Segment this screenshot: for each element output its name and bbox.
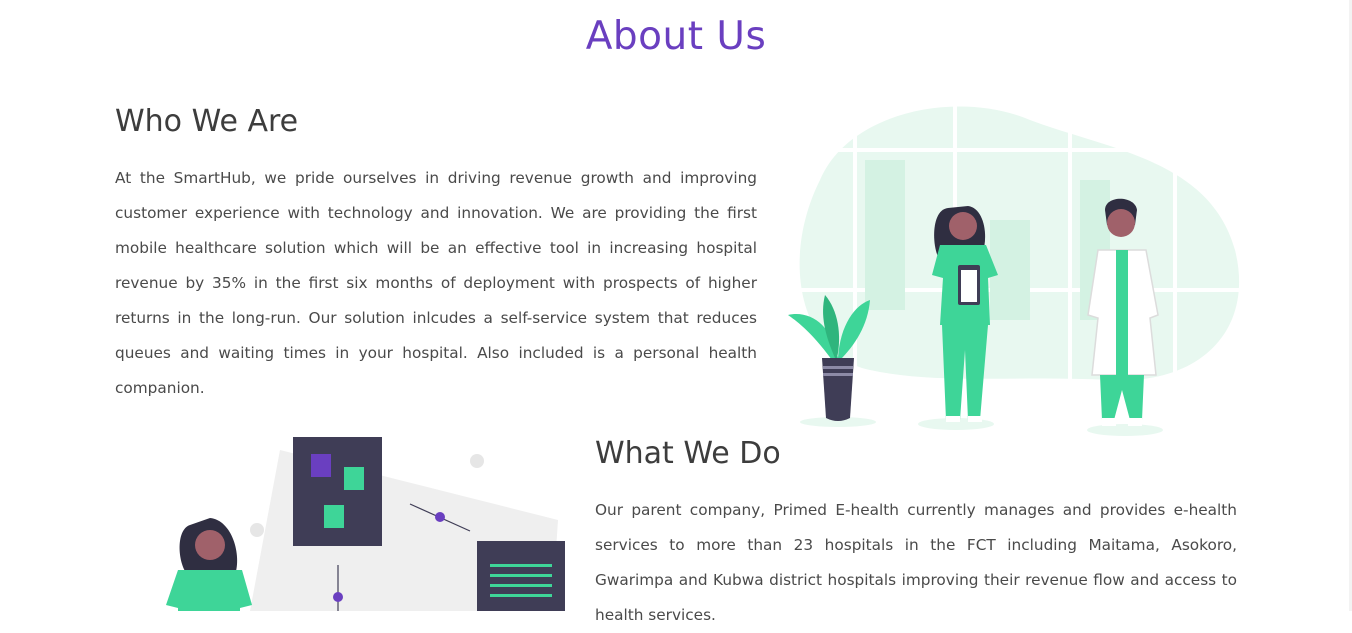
document-card	[477, 541, 565, 611]
who-we-are-heading: Who We Are	[115, 104, 299, 139]
who-we-are-text: At the SmartHub, we pride ourselves in d…	[115, 169, 757, 397]
what-we-do-text: Our parent company, Primed E-health curr…	[595, 501, 1237, 624]
nurse-figure-bottom	[166, 518, 252, 611]
what-we-do-heading: What We Do	[595, 436, 781, 471]
workflow-illustration	[166, 437, 565, 611]
medical-team-illustration	[788, 100, 1240, 436]
sticky-note-board	[293, 437, 382, 546]
page-title: About Us	[585, 14, 767, 59]
